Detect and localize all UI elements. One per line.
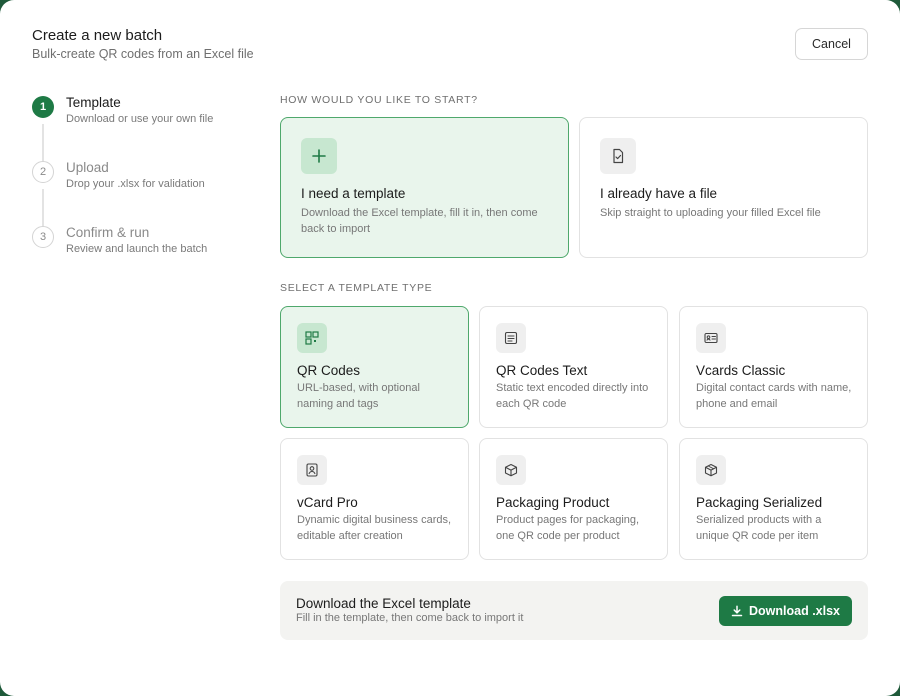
template-description: Serialized products with a unique QR cod… (696, 514, 822, 542)
box-serial-icon (696, 455, 726, 485)
text-doc-icon (496, 323, 526, 353)
template-title: Packaging Serialized (696, 495, 823, 510)
contact-badge-icon (297, 455, 327, 485)
modal-title: Create a new batch (32, 27, 163, 44)
option-need-template[interactable]: I need a template Download the Excel tem… (280, 117, 569, 258)
template-title: Packaging Product (496, 495, 610, 510)
template-description: Product pages for packaging, one QR code… (496, 514, 640, 542)
step-title: Upload (66, 160, 109, 175)
step-description: Download or use your own file (66, 113, 214, 125)
step-description: Review and launch the batch (66, 243, 208, 255)
plus-icon (301, 138, 337, 174)
template-title: QR Codes Text (496, 363, 588, 378)
step-description: Drop your .xlsx for validation (66, 178, 205, 190)
step-title: Confirm & run (66, 225, 150, 240)
option-description: Skip straight to uploading your filled E… (600, 207, 821, 219)
template-description: URL-based, with optional naming and tags (297, 382, 420, 410)
file-check-icon (600, 138, 636, 174)
option-description: Download the Excel template, fill it in,… (301, 207, 538, 235)
step-number: 2 (32, 161, 54, 183)
template-title: QR Codes (297, 363, 361, 378)
template-title: Vcards Classic (696, 363, 786, 378)
download-template-panel: Download the Excel template Fill in the … (280, 581, 868, 640)
box-icon (496, 455, 526, 485)
id-card-icon (696, 323, 726, 353)
step-template[interactable]: 1 Template Download or use your own file (32, 95, 262, 136)
step-confirm[interactable]: 3 Confirm & run Review and launch the ba… (32, 225, 262, 266)
step-title: Template (66, 95, 121, 110)
download-xlsx-button[interactable]: Download .xlsx (719, 596, 852, 626)
template-vcard-pro[interactable]: vCard Pro Dynamic digital business cards… (280, 438, 469, 560)
template-description: Dynamic digital business cards, editable… (297, 514, 452, 542)
download-title: Download the Excel template (296, 596, 471, 611)
download-button-label: Download .xlsx (749, 604, 840, 618)
step-upload[interactable]: 2 Upload Drop your .xlsx for validation (32, 160, 262, 201)
qr-grid-icon (297, 323, 327, 353)
cancel-button[interactable]: Cancel (795, 28, 868, 60)
template-description: Static text encoded directly into each Q… (496, 382, 649, 410)
start-section-label: HOW WOULD YOU LIKE TO START? (280, 94, 478, 106)
download-icon (731, 605, 743, 617)
download-description: Fill in the template, then come back to … (296, 612, 524, 624)
template-section-label: SELECT A TEMPLATE TYPE (280, 282, 433, 294)
create-batch-modal: Create a new batch Bulk-create QR codes … (0, 0, 900, 696)
template-vcards-classic[interactable]: Vcards Classic Digital contact cards wit… (679, 306, 868, 428)
option-title: I already have a file (600, 186, 718, 201)
template-title: vCard Pro (297, 495, 358, 510)
template-qr-codes-text[interactable]: QR Codes Text Static text encoded direct… (479, 306, 668, 428)
step-number: 1 (32, 96, 54, 118)
template-description: Digital contact cards with name, phone a… (696, 382, 852, 410)
template-packaging-product[interactable]: Packaging Product Product pages for pack… (479, 438, 668, 560)
modal-subtitle: Bulk-create QR codes from an Excel file (32, 47, 254, 61)
step-number: 3 (32, 226, 54, 248)
template-packaging-serialized[interactable]: Packaging Serialized Serialized products… (679, 438, 868, 560)
template-qr-codes[interactable]: QR Codes URL-based, with optional naming… (280, 306, 469, 428)
option-have-file[interactable]: I already have a file Skip straight to u… (579, 117, 868, 258)
option-title: I need a template (301, 186, 406, 201)
